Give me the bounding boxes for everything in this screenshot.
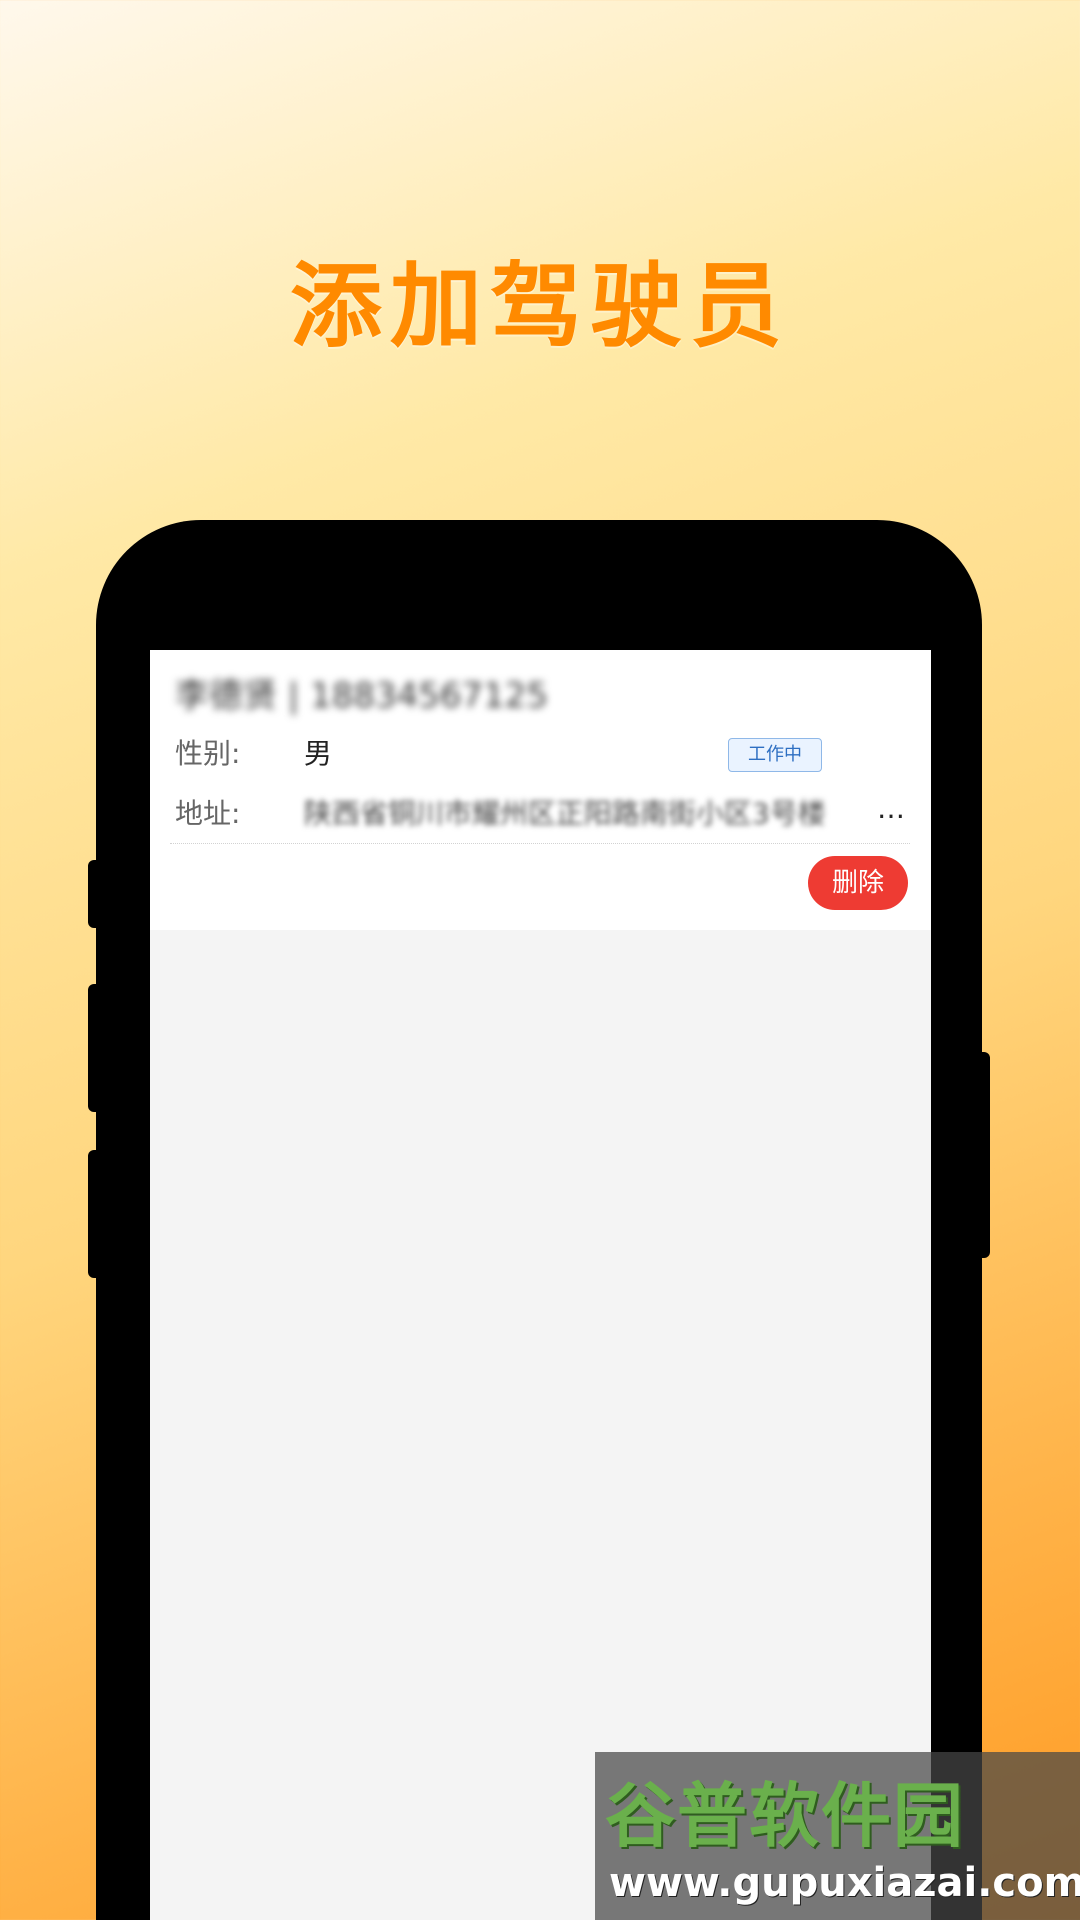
- address-label: 地址:: [175, 797, 241, 830]
- status-badge: 工作中: [728, 738, 822, 772]
- driver-card[interactable]: 李德贤 | 18834567125 性别: 男 工作中 地址: 陕西省铜川市耀州…: [150, 650, 931, 930]
- watermark: 谷普软件园 www.gupuxiazai.com: [595, 1752, 1080, 1920]
- promo-title: 添加驾驶员: [289, 252, 790, 360]
- address-ellipsis: …: [877, 792, 905, 825]
- address-row: 地址: 陕西省铜川市耀州区正阳路南街小区3号楼 …: [175, 792, 905, 832]
- delete-button[interactable]: 删除: [808, 856, 908, 910]
- gender-row: 性别: 男: [175, 732, 332, 772]
- watermark-logo: 谷普软件园: [605, 1774, 965, 1857]
- watermark-url: www.gupuxiazai.com: [609, 1860, 1080, 1906]
- phone-screen: 李德贤 | 18834567125 性别: 男 工作中 地址: 陕西省铜川市耀州…: [150, 650, 931, 1920]
- gender-value: 男: [303, 737, 332, 770]
- address-value: 陕西省铜川市耀州区正阳路南街小区3号楼: [303, 797, 826, 830]
- gender-label: 性别:: [175, 737, 241, 770]
- card-divider: [170, 843, 910, 844]
- driver-name-phone: 李德贤 | 18834567125: [175, 676, 549, 716]
